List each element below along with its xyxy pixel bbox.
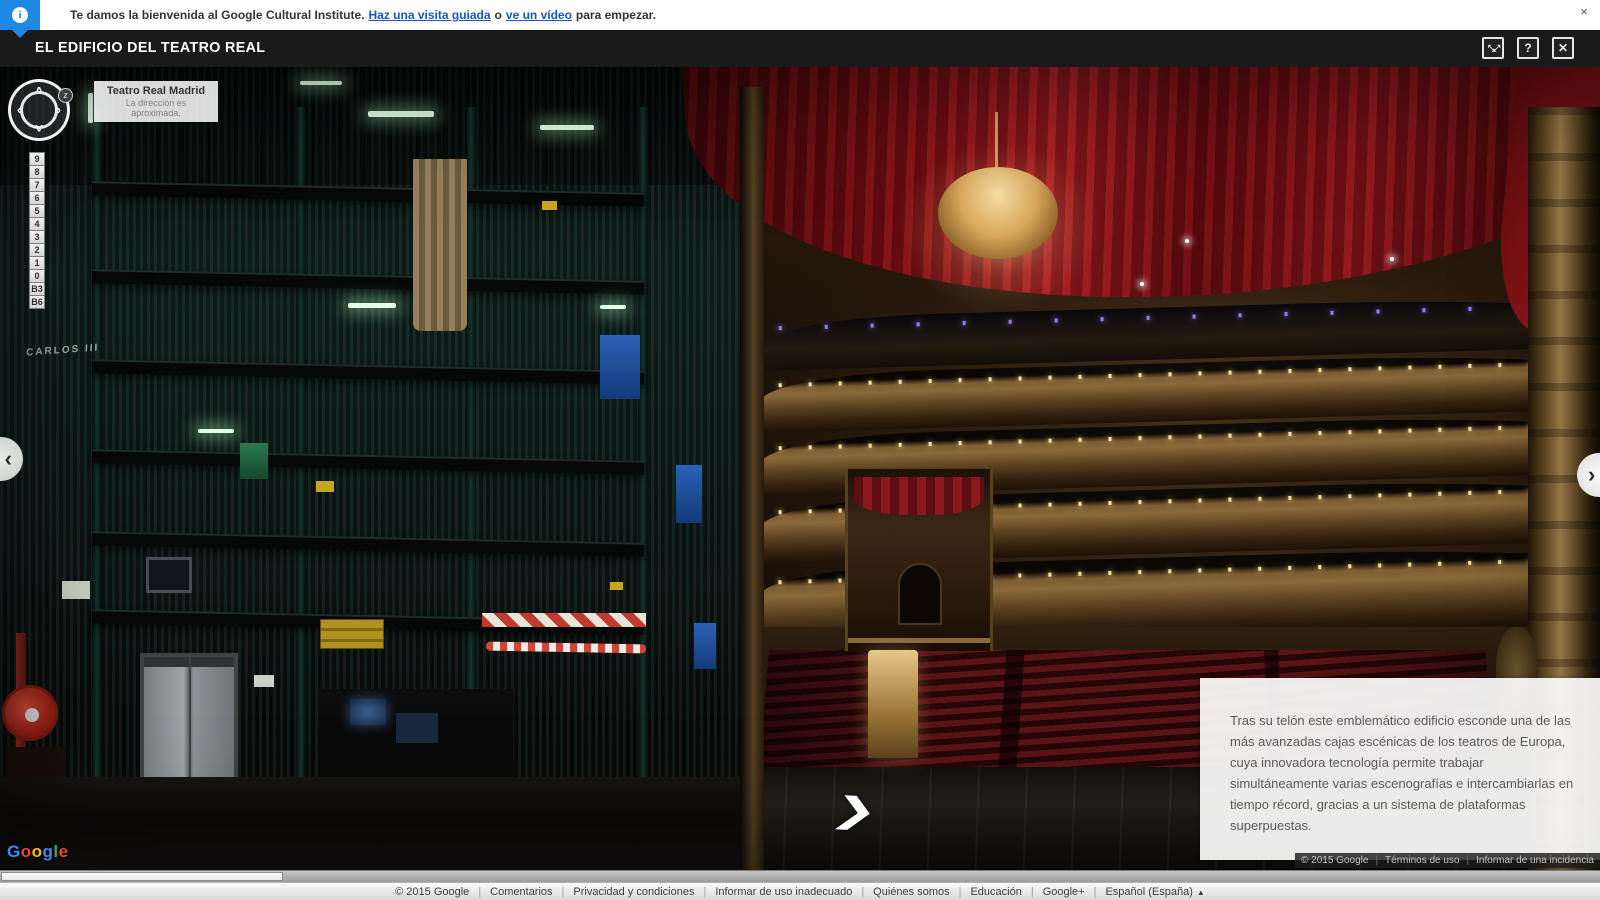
footer-bar: © 2015 Google |Comentarios|Privacidad y … bbox=[0, 882, 1600, 900]
floor-button-8[interactable]: 8 bbox=[29, 165, 45, 179]
footer-links: |Comentarios|Privacidad y condiciones|In… bbox=[469, 886, 1205, 898]
attribution-bar: © 2015 Google Términos de uso Informar d… bbox=[1295, 853, 1600, 868]
floor-button-4[interactable]: 4 bbox=[29, 217, 45, 231]
conjunction-text: o bbox=[495, 8, 502, 22]
guided-tour-link[interactable]: Haz una visita guiada bbox=[369, 8, 491, 22]
info-icon-tail bbox=[12, 30, 28, 38]
hazard-stripe-bar bbox=[482, 613, 646, 627]
pan-compass-control[interactable]: ˄ ˅ ‹ › z bbox=[8, 79, 70, 141]
backstage-photo: CARLOS III bbox=[0, 67, 752, 870]
exhibit-header: EL EDIFICIO DEL TEATRO REAL ⤡⤢ ? ✕ bbox=[0, 30, 1600, 67]
footer-link[interactable]: Informar de uso inadecuado bbox=[715, 886, 852, 898]
location-card: Teatro Real Madrid La dirección es aprox… bbox=[94, 81, 218, 122]
stage-floor-left bbox=[0, 777, 752, 870]
suffix-text: para empezar. bbox=[576, 8, 656, 22]
horizontal-scrollbar[interactable] bbox=[0, 870, 1600, 882]
compass-badge[interactable]: z bbox=[58, 88, 73, 103]
floor-button-B3[interactable]: B3 bbox=[29, 282, 45, 296]
description-text: Tras su telón este emblemático edificio … bbox=[1230, 713, 1573, 833]
pan-left-icon[interactable]: ‹ bbox=[17, 104, 21, 116]
welcome-text: Te damos la bienvenida al Google Cultura… bbox=[70, 8, 365, 22]
floor-selector: 9876543210B3B6 bbox=[29, 153, 45, 309]
floor-button-3[interactable]: 3 bbox=[29, 230, 45, 244]
footer-link[interactable]: Educación bbox=[970, 886, 1021, 898]
proscenium-edge bbox=[740, 87, 764, 870]
location-subtitle: La dirección es aproximada. bbox=[100, 98, 212, 118]
footer-copyright: © 2015 Google bbox=[395, 886, 469, 898]
monitor-screen bbox=[350, 699, 386, 725]
fluorescent-light bbox=[348, 303, 396, 308]
pan-down-icon[interactable]: ˅ bbox=[35, 123, 43, 135]
footer-link[interactable]: Privacidad y condiciones bbox=[573, 886, 694, 898]
language-selector[interactable]: Español (España)▲ bbox=[1105, 886, 1204, 898]
language-arrow-icon: ▲ bbox=[1197, 888, 1205, 897]
pan-right-icon[interactable]: › bbox=[57, 104, 61, 116]
chandelier bbox=[938, 167, 1058, 259]
fluorescent-light bbox=[368, 111, 434, 117]
notification-close-icon[interactable]: × bbox=[1576, 4, 1592, 20]
footer-link[interactable]: Quiénes somos bbox=[873, 886, 949, 898]
fluorescent-light bbox=[540, 125, 594, 130]
footer-link[interactable]: Comentarios bbox=[490, 886, 552, 898]
close-exhibit-button[interactable]: ✕ bbox=[1552, 37, 1574, 59]
fullscreen-button[interactable]: ⤡⤢ bbox=[1482, 37, 1504, 59]
notification-bar: i Te damos la bienvenida al Google Cultu… bbox=[0, 0, 1600, 30]
attribution-copyright: © 2015 Google bbox=[1301, 855, 1368, 866]
terms-link[interactable]: Términos de uso bbox=[1375, 855, 1459, 866]
streetview-panorama[interactable]: CARLOS III ˄ ˅ ‹ › z Teatro Real Madrid … bbox=[0, 67, 1600, 870]
floor-button-6[interactable]: 6 bbox=[29, 191, 45, 205]
scrollbar-thumb[interactable] bbox=[1, 872, 283, 881]
google-logo[interactable]: Google bbox=[7, 842, 69, 862]
floor-button-1[interactable]: 1 bbox=[29, 256, 45, 270]
monitor-screen bbox=[396, 713, 438, 743]
page-title: EL EDIFICIO DEL TEATRO REAL bbox=[35, 39, 265, 56]
report-problem-link[interactable]: Informar de una incidencia bbox=[1467, 855, 1594, 866]
location-title: Teatro Real Madrid bbox=[100, 85, 212, 97]
fluorescent-light bbox=[198, 429, 234, 433]
footer-link[interactable]: Google+ bbox=[1043, 886, 1085, 898]
warning-sign bbox=[320, 619, 384, 649]
tv-monitor bbox=[146, 557, 192, 593]
floor-button-0[interactable]: 0 bbox=[29, 269, 45, 283]
fluorescent-light bbox=[600, 305, 626, 309]
floor-button-7[interactable]: 7 bbox=[29, 178, 45, 192]
royal-box bbox=[845, 469, 993, 651]
pan-up-icon[interactable]: ˄ bbox=[35, 85, 43, 97]
video-link[interactable]: ve un vídeo bbox=[506, 8, 572, 22]
backstage-drape bbox=[413, 159, 467, 331]
info-icon: i bbox=[0, 0, 40, 30]
fluorescent-light bbox=[88, 93, 93, 123]
welcome-message: Te damos la bienvenida al Google Cultura… bbox=[70, 0, 656, 30]
fluorescent-light bbox=[300, 81, 342, 85]
floor-button-9[interactable]: 9 bbox=[29, 152, 45, 166]
lit-doorway bbox=[868, 650, 918, 758]
floor-button-2[interactable]: 2 bbox=[29, 243, 45, 257]
help-button[interactable]: ? bbox=[1517, 37, 1539, 59]
fire-hose-reel bbox=[2, 685, 58, 741]
floor-button-5[interactable]: 5 bbox=[29, 204, 45, 218]
floor-button-B6[interactable]: B6 bbox=[29, 295, 45, 309]
description-card: Tras su telón este emblemático edificio … bbox=[1200, 678, 1600, 860]
